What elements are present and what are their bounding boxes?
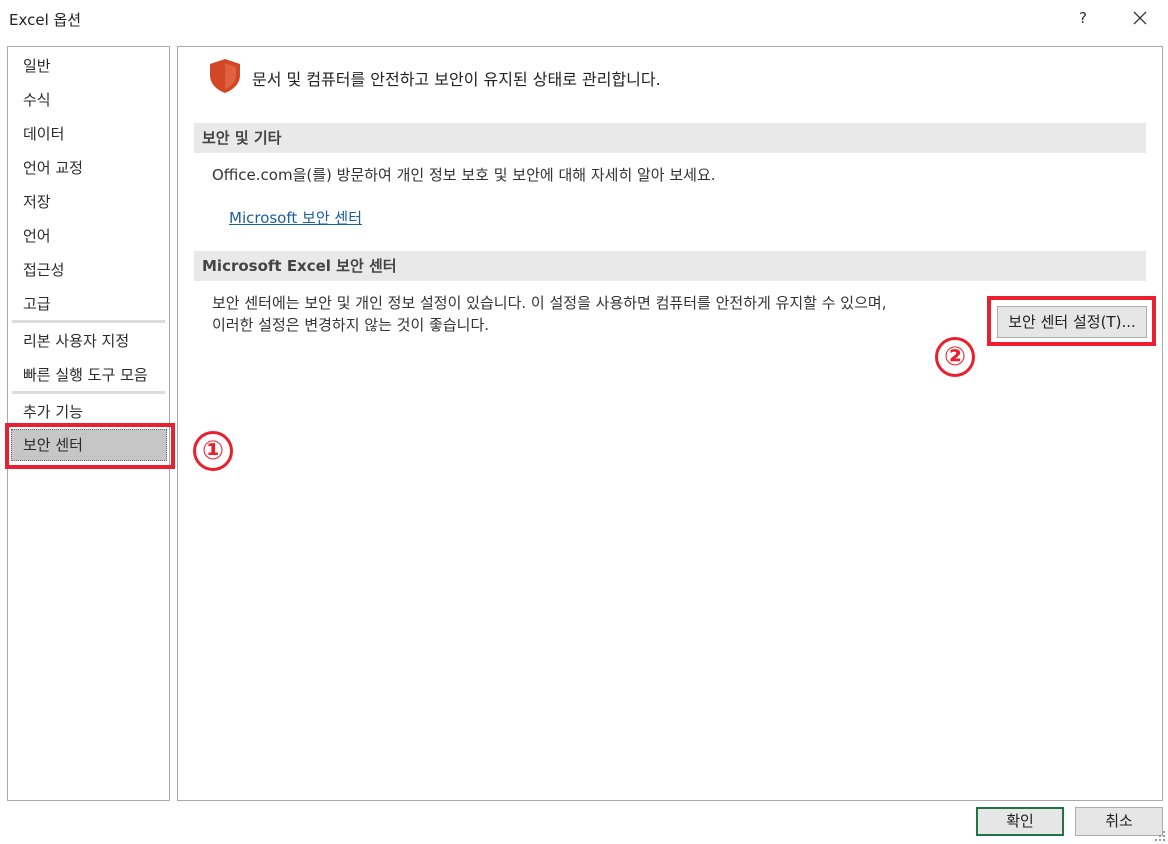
trust-center-settings-button[interactable]: 보안 센터 설정(T)... [997, 306, 1147, 338]
sidebar-item-save[interactable]: 저장 [11, 186, 167, 218]
help-button[interactable]: ? [1072, 6, 1094, 30]
panel-heading: 문서 및 컴퓨터를 안전하고 보안이 유지된 상태로 관리합니다. [252, 70, 661, 89]
section-heading-security: 보안 및 기타 [194, 123, 1146, 153]
sidebar-item-add-ins[interactable]: 추가 기능 [11, 396, 167, 428]
sidebar-item-customize-ribbon[interactable]: 리본 사용자 지정 [11, 325, 167, 357]
shield-icon [210, 59, 240, 93]
sidebar-item-language[interactable]: 언어 [11, 220, 167, 252]
sidebar-item-data[interactable]: 데이터 [11, 118, 167, 150]
trust-center-panel: 문서 및 컴퓨터를 안전하고 보안이 유지된 상태로 관리합니다. 보안 및 기… [177, 46, 1163, 801]
trust-center-text-line2: 이러한 설정은 변경하지 않는 것이 좋습니다. [212, 316, 490, 334]
step-marker-2: ② [935, 337, 975, 377]
window-title: Excel 옵션 [9, 11, 82, 29]
sidebar-item-trust-center[interactable]: 보안 센터 [11, 429, 167, 461]
sidebar-item-quick-access-toolbar[interactable]: 빠른 실행 도구 모음 [11, 359, 167, 391]
sidebar-item-proofing[interactable]: 언어 교정 [11, 152, 167, 184]
sidebar-item-advanced[interactable]: 고급 [11, 288, 167, 320]
trust-center-text-line1: 보안 센터에는 보안 및 개인 정보 설정이 있습니다. 이 설정을 사용하면 … [212, 294, 887, 312]
excel-options-dialog: Excel 옵션 ? 일반 수식 데이터 언어 교정 저장 언어 접근성 고급 … [0, 0, 1168, 844]
cancel-button[interactable]: 취소 [1075, 807, 1163, 836]
close-icon [1133, 11, 1147, 25]
security-info-text: Office.com을(를) 방문하여 개인 정보 보호 및 보안에 대해 자세… [212, 166, 716, 184]
step-marker-1: ① [193, 431, 233, 471]
sidebar-divider [12, 391, 165, 394]
microsoft-trustworthy-link[interactable]: Microsoft 보안 센터 [229, 207, 362, 228]
resize-grip-icon[interactable] [1154, 830, 1166, 842]
close-button[interactable] [1127, 6, 1153, 30]
ok-button[interactable]: 확인 [976, 807, 1064, 836]
sidebar-item-formulas[interactable]: 수식 [11, 84, 167, 116]
section-heading-trust-center: Microsoft Excel 보안 센터 [194, 251, 1146, 281]
sidebar-item-general[interactable]: 일반 [11, 50, 167, 82]
sidebar-item-accessibility[interactable]: 접근성 [11, 254, 167, 286]
sidebar-divider [12, 320, 165, 323]
title-bar: Excel 옵션 ? [0, 0, 1168, 38]
options-sidebar: 일반 수식 데이터 언어 교정 저장 언어 접근성 고급 리본 사용자 지정 빠… [7, 46, 170, 801]
